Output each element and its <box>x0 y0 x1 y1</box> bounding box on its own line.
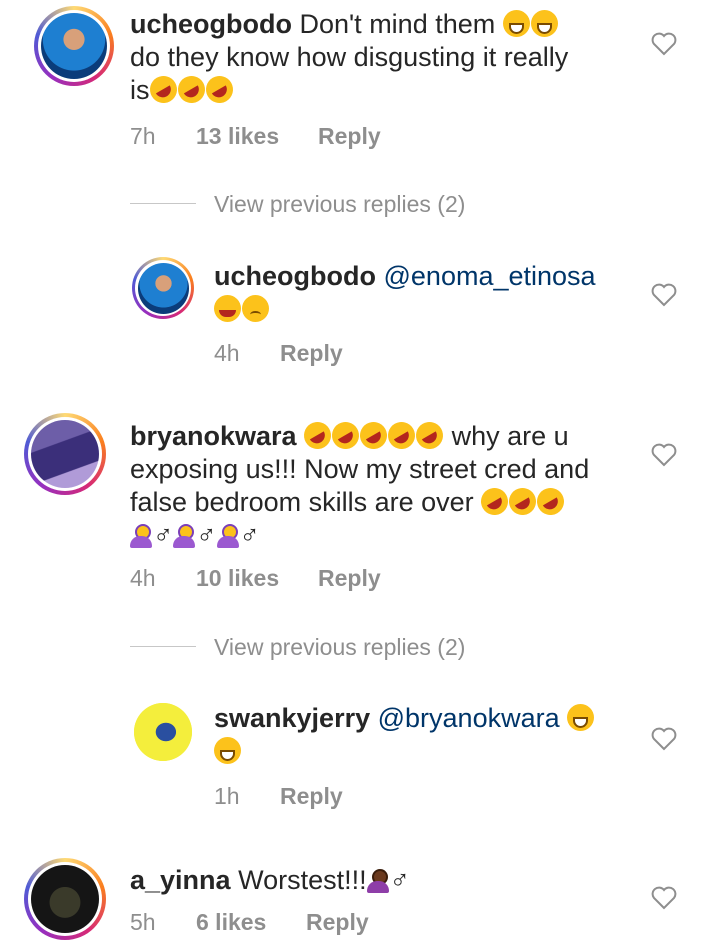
tired-face-icon <box>214 295 241 322</box>
replies-divider <box>130 203 196 204</box>
rofl-icon <box>299 417 337 454</box>
avatar[interactable] <box>24 413 106 495</box>
rofl-icon <box>504 483 542 520</box>
grinning-face-icon <box>502 10 530 37</box>
replies-divider <box>130 646 196 647</box>
reply-button[interactable]: Reply <box>280 783 343 810</box>
rofl-icon <box>476 483 514 520</box>
reply-username[interactable]: swankyjerry <box>214 703 370 733</box>
comment-username[interactable]: a_yinna <box>130 865 231 895</box>
rofl-icon <box>411 417 449 454</box>
reply-button[interactable]: Reply <box>306 909 369 936</box>
comment-username[interactable]: bryanokwara <box>130 421 297 451</box>
person-facepalming-icon <box>216 524 239 548</box>
timestamp: 5h <box>130 909 156 935</box>
mention-link[interactable]: @enoma_etinosa <box>384 261 596 291</box>
avatar[interactable] <box>134 703 192 761</box>
mention-link[interactable]: @bryanokwara <box>378 703 560 733</box>
rofl-icon <box>383 417 421 454</box>
timestamp: 4h <box>214 340 240 366</box>
person-facepalming-icon <box>366 869 389 893</box>
grinning-face-icon <box>567 704 595 731</box>
likes-count[interactable]: 10 likes <box>196 565 318 592</box>
reply-button[interactable]: Reply <box>280 340 343 367</box>
rofl-icon <box>200 71 238 108</box>
avatar[interactable] <box>34 6 114 86</box>
rofl-icon <box>144 71 182 108</box>
likes-count[interactable]: 6 likes <box>196 909 306 936</box>
timestamp: 1h <box>214 783 240 809</box>
rofl-icon <box>172 71 210 108</box>
comment-text: ucheogbodo Don't mind them do they know … <box>130 8 630 108</box>
frowning-face-icon <box>242 295 269 322</box>
comment-meta: 7h 13 likes Reply <box>130 123 381 150</box>
timestamp: 7h <box>130 123 156 149</box>
avatar[interactable] <box>24 858 106 940</box>
reply-button[interactable]: Reply <box>318 123 381 150</box>
likes-count[interactable]: 13 likes <box>196 123 318 150</box>
rofl-icon <box>532 483 570 520</box>
comment-text: bryanokwara why are u exposing us!!! Now… <box>130 417 630 552</box>
person-facepalming-icon <box>130 524 152 548</box>
comment-text: a_yinna Worstest!!! ♂ <box>130 865 410 895</box>
view-previous-replies-button[interactable]: View previous replies (2) <box>214 634 465 661</box>
view-previous-replies-button[interactable]: View previous replies (2) <box>214 191 465 218</box>
reply-text: ucheogbodo @enoma_etinosa <box>214 260 634 326</box>
rofl-icon <box>327 417 365 454</box>
heart-icon[interactable] <box>651 727 677 751</box>
person-facepalming-icon <box>173 524 196 548</box>
comment-meta: 4h 10 likes Reply <box>130 565 381 592</box>
comment-meta: 5h 6 likes Reply <box>130 909 369 936</box>
reply-meta: 4h Reply <box>214 340 343 367</box>
heart-icon[interactable] <box>651 886 677 910</box>
reply-username[interactable]: ucheogbodo <box>214 261 376 291</box>
reply-button[interactable]: Reply <box>318 565 381 592</box>
timestamp: 4h <box>130 565 156 591</box>
avatar[interactable] <box>132 257 194 319</box>
reply-meta: 1h Reply <box>214 783 343 810</box>
heart-icon[interactable] <box>651 283 677 307</box>
rofl-icon <box>355 417 393 454</box>
comment-username[interactable]: ucheogbodo <box>130 9 292 39</box>
heart-icon[interactable] <box>651 32 677 56</box>
grinning-face-icon <box>530 10 558 37</box>
grinning-face-icon <box>214 737 241 764</box>
heart-icon[interactable] <box>651 443 677 467</box>
reply-text: swankyjerry @bryanokwara <box>214 702 634 768</box>
